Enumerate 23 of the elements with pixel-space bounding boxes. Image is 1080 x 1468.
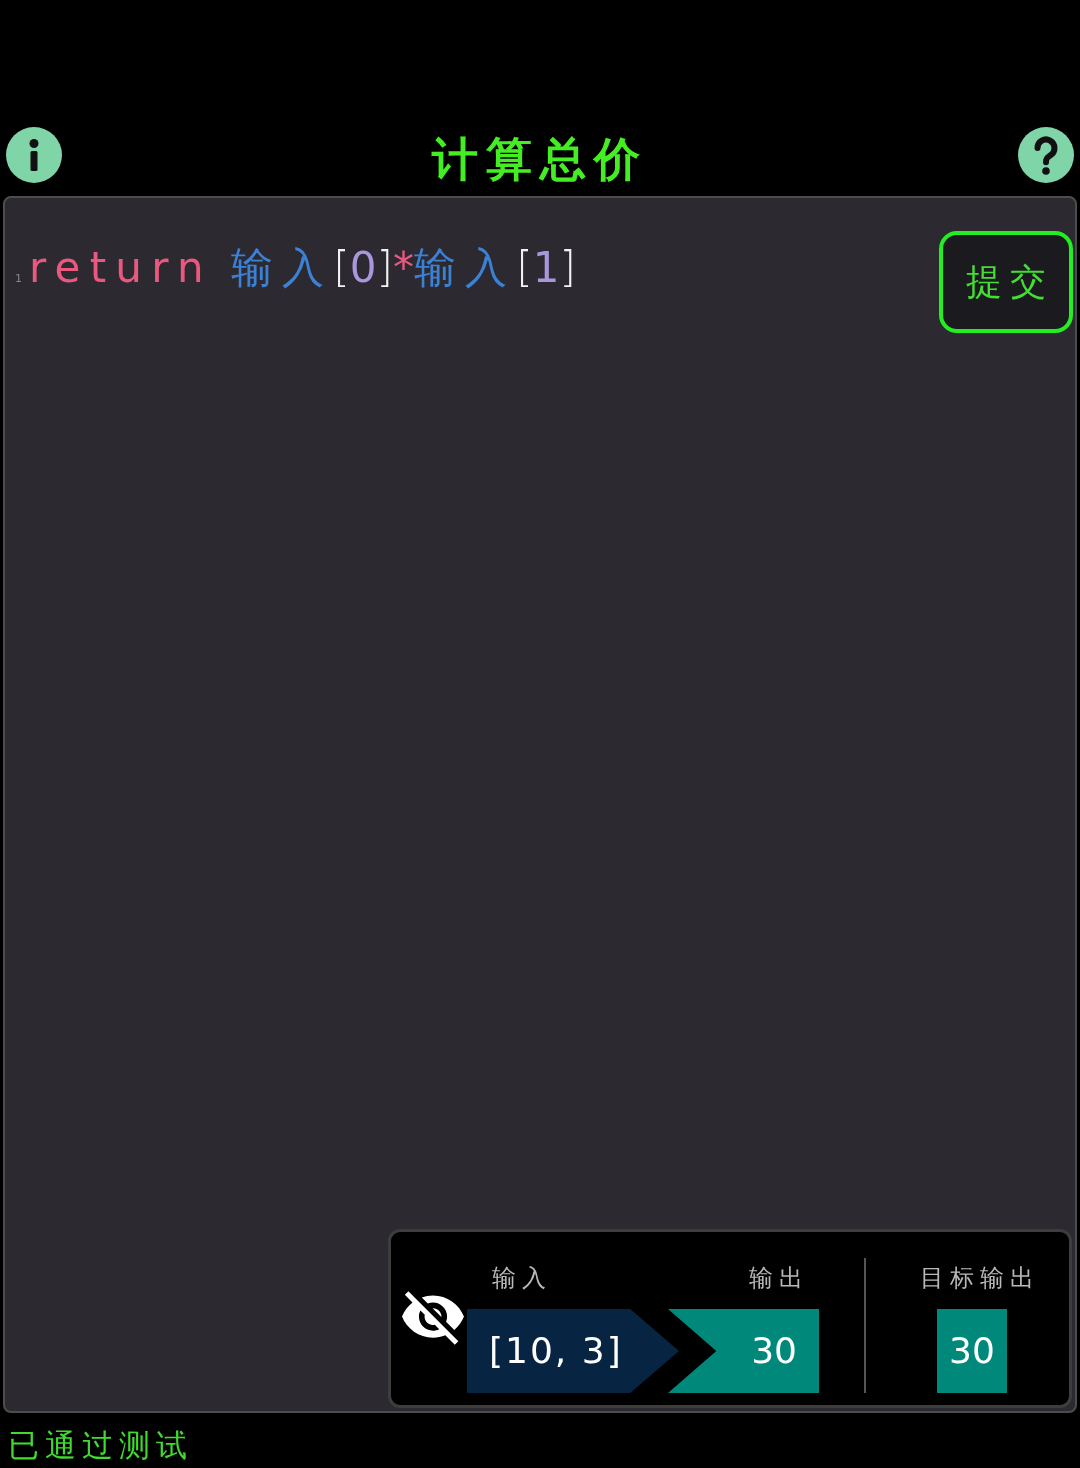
code-bracket: ] bbox=[559, 243, 576, 293]
code-operator: * bbox=[392, 243, 414, 293]
input-label: 输入 bbox=[491, 1263, 553, 1294]
target-output-label: 目标输出 bbox=[919, 1263, 1040, 1294]
eye-slash-icon[interactable] bbox=[402, 1291, 464, 1345]
page-title: 计算总价 bbox=[432, 131, 648, 186]
code-identifier: 输入 bbox=[230, 243, 334, 293]
code-number: 1 bbox=[532, 243, 560, 293]
code-bracket: [ bbox=[333, 243, 350, 293]
code-bracket: ] bbox=[376, 243, 393, 293]
output-value-tag: 30 bbox=[668, 1309, 819, 1393]
code-keyword: return bbox=[29, 243, 213, 293]
submit-button[interactable]: 提交 bbox=[939, 231, 1073, 333]
info-icon[interactable] bbox=[6, 127, 62, 183]
target-value-tag: 30 bbox=[937, 1309, 1007, 1393]
input-value-tag: [10, 3] bbox=[467, 1309, 679, 1393]
code-bracket: [ bbox=[516, 243, 533, 293]
line-number: 1 bbox=[15, 271, 22, 287]
code-number: 0 bbox=[349, 243, 377, 293]
status-message: 已通过测试 bbox=[8, 1427, 193, 1463]
help-icon[interactable] bbox=[1018, 127, 1074, 183]
code-identifier: 输入 bbox=[413, 243, 517, 293]
output-label: 输出 bbox=[749, 1263, 810, 1294]
